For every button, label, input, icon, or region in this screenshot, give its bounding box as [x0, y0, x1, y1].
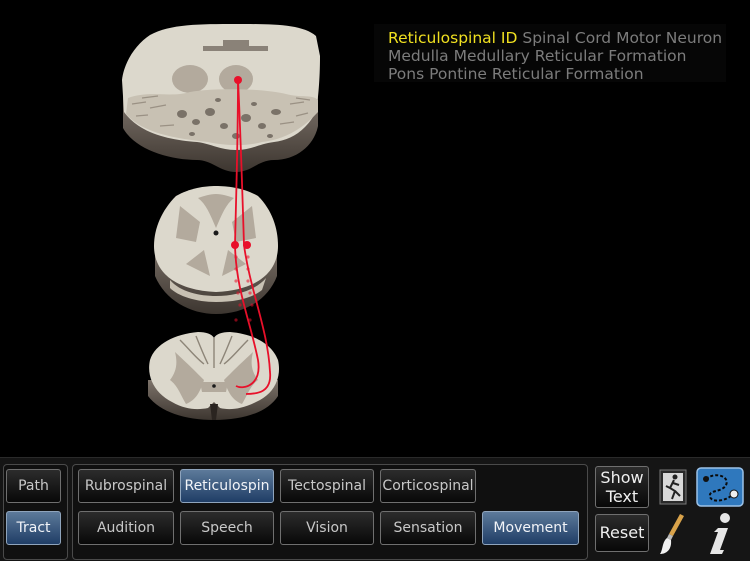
structure-label-box: Reticulospinal ID Spinal Cord Motor Neur…: [374, 24, 726, 83]
show-text-button[interactable]: Show Text: [595, 466, 649, 508]
reticulospinal-button[interactable]: Reticulospin: [180, 469, 274, 503]
vision-button[interactable]: Vision: [280, 511, 374, 545]
path-button[interactable]: Path: [6, 469, 61, 503]
spinal-cord-section: [148, 332, 280, 420]
structure-label[interactable]: Pons Pontine Reticular Formation: [388, 65, 644, 83]
show-text-line-1: Show: [600, 468, 644, 487]
rubrospinal-button[interactable]: Rubrospinal: [78, 469, 174, 503]
tectospinal-button[interactable]: Tectospinal: [280, 469, 374, 503]
show-text-line-2: Text: [605, 487, 639, 506]
running-figure-icon[interactable]: [656, 468, 690, 506]
medulla-section: [154, 186, 278, 314]
pons-section: [122, 24, 320, 172]
audition-button[interactable]: Audition: [78, 511, 174, 545]
structure-label[interactable]: Spinal Cord Motor Neuron: [522, 29, 722, 47]
speech-button[interactable]: Speech: [180, 511, 274, 545]
structure-label[interactable]: Medulla Medullary Reticular Formation: [388, 47, 686, 65]
info-icon[interactable]: [700, 510, 740, 556]
pathway-drawing-icon[interactable]: [696, 467, 744, 507]
active-structure-label[interactable]: Reticulospinal ID: [388, 29, 517, 47]
reset-button[interactable]: Reset: [595, 514, 649, 552]
control-panel: Path Tract Rubrospinal Reticulospin Tect…: [0, 457, 750, 561]
corticospinal-button[interactable]: Corticospinal: [380, 469, 476, 503]
sensation-button[interactable]: Sensation: [380, 511, 476, 545]
tract-button[interactable]: Tract: [6, 511, 61, 545]
movement-button[interactable]: Movement: [482, 511, 579, 545]
paintbrush-icon[interactable]: [658, 512, 690, 556]
